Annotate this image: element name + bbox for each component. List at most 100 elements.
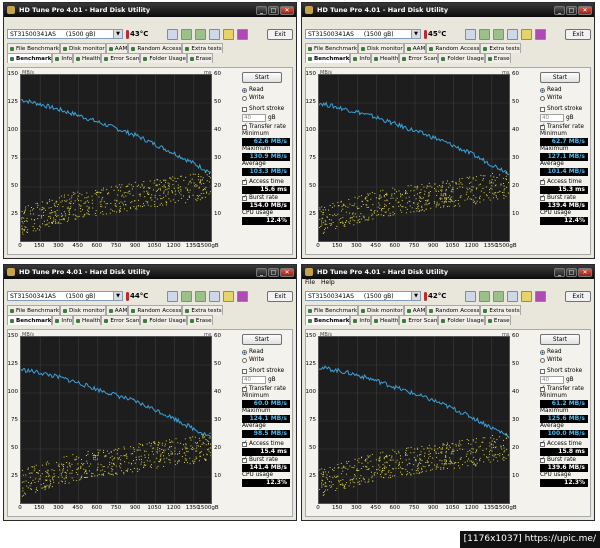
minimize-icon[interactable]: _ [256, 5, 267, 15]
write-radio[interactable] [242, 95, 247, 101]
write-radio[interactable] [540, 357, 545, 363]
tab-folder-usage[interactable]: Folder Usage [438, 315, 485, 325]
minimize-icon[interactable]: _ [256, 267, 267, 277]
save-screenshot-icon[interactable] [195, 290, 206, 302]
access-time-checkbox[interactable] [242, 177, 248, 185]
tab-file-benchmark[interactable]: File Benchmark [7, 305, 60, 315]
copy-info-icon[interactable] [465, 290, 476, 302]
tab-error-scan[interactable]: Error Scan [399, 53, 439, 63]
transfer-rate-checkbox[interactable] [242, 384, 248, 392]
tab-disk-monitor[interactable]: Disk monitor [60, 43, 106, 53]
options-icon[interactable] [209, 28, 220, 40]
short-stroke-input[interactable]: 40 [540, 376, 564, 384]
short-stroke-input[interactable]: 40 [540, 114, 564, 122]
close-icon[interactable]: ✕ [578, 5, 592, 15]
drive-select[interactable]: ST31500341AS (1500 gB) ▼ [305, 291, 421, 301]
chevron-down-icon[interactable]: ▼ [411, 292, 420, 300]
copy-info-icon[interactable] [465, 28, 476, 40]
download-icon[interactable] [237, 290, 248, 302]
access-time-checkbox[interactable] [242, 439, 248, 447]
tab-aam[interactable]: AAM [105, 43, 129, 53]
read-radio[interactable] [540, 349, 545, 355]
short-stroke-checkbox[interactable] [540, 106, 545, 112]
burst-rate-checkbox[interactable] [242, 193, 248, 201]
tab-file-benchmark[interactable]: File Benchmark [7, 43, 60, 53]
tab-benchmark[interactable]: Benchmark [7, 315, 53, 325]
maximize-icon[interactable]: □ [566, 5, 577, 15]
tab-health[interactable]: Health [371, 53, 400, 63]
maximize-icon[interactable]: □ [566, 267, 577, 277]
copy-screenshot-icon[interactable] [479, 290, 490, 302]
tab-aam[interactable]: AAM [403, 43, 427, 53]
exit-button[interactable]: Exit [565, 290, 591, 302]
copy-screenshot-icon[interactable] [181, 28, 192, 40]
copy-screenshot-icon[interactable] [181, 290, 192, 302]
minimize-icon[interactable]: _ [554, 267, 565, 277]
tab-error-scan[interactable]: Error Scan [101, 315, 141, 325]
exit-button[interactable]: Exit [267, 28, 293, 40]
tab-random-access[interactable]: Random Access [426, 43, 481, 53]
close-icon[interactable]: ✕ [578, 267, 592, 277]
tab-benchmark[interactable]: Benchmark [305, 315, 351, 325]
transfer-rate-checkbox[interactable] [540, 384, 546, 392]
download-icon[interactable] [535, 28, 546, 40]
title-bar[interactable]: HD Tune Pro 4.01 - Hard Disk Utility _ □… [4, 3, 296, 17]
report-icon[interactable] [521, 290, 532, 302]
tab-info[interactable]: Info [52, 315, 74, 325]
copy-info-icon[interactable] [167, 290, 178, 302]
tab-info[interactable]: Info [350, 315, 372, 325]
tab-health[interactable]: Health [73, 53, 102, 63]
tab-extra-tests[interactable]: Extra tests [480, 305, 521, 315]
close-icon[interactable]: ✕ [280, 267, 294, 277]
tab-extra-tests[interactable]: Extra tests [480, 43, 521, 53]
copy-info-icon[interactable] [167, 28, 178, 40]
short-stroke-input[interactable]: 40 [242, 376, 266, 384]
tab-random-access[interactable]: Random Access [128, 43, 183, 53]
drive-select[interactable]: ST31500341AS (1500 gB) ▼ [7, 291, 123, 301]
tab-folder-usage[interactable]: Folder Usage [140, 53, 187, 63]
short-stroke-checkbox[interactable] [242, 106, 247, 112]
menu-help[interactable]: Help [321, 279, 335, 287]
burst-rate-checkbox[interactable] [540, 455, 546, 463]
start-button[interactable]: Start [540, 334, 580, 345]
read-radio[interactable] [242, 349, 247, 355]
report-icon[interactable] [223, 28, 234, 40]
access-time-checkbox[interactable] [540, 439, 546, 447]
write-radio[interactable] [242, 357, 247, 363]
maximize-icon[interactable]: □ [268, 267, 279, 277]
start-button[interactable]: Start [242, 72, 282, 83]
report-icon[interactable] [223, 290, 234, 302]
tab-extra-tests[interactable]: Extra tests [182, 43, 223, 53]
read-radio[interactable] [242, 87, 247, 93]
tab-random-access[interactable]: Random Access [426, 305, 481, 315]
options-icon[interactable] [209, 290, 220, 302]
tab-health[interactable]: Health [371, 315, 400, 325]
tab-health[interactable]: Health [73, 315, 102, 325]
tab-disk-monitor[interactable]: Disk monitor [60, 305, 106, 315]
tab-aam[interactable]: AAM [403, 305, 427, 315]
tab-benchmark[interactable]: Benchmark [7, 53, 53, 63]
report-icon[interactable] [521, 28, 532, 40]
tab-erase[interactable]: Erase [186, 53, 213, 63]
write-radio[interactable] [540, 95, 545, 101]
tab-disk-monitor[interactable]: Disk monitor [358, 43, 404, 53]
title-bar[interactable]: HD Tune Pro 4.01 - Hard Disk Utility _ □… [302, 265, 594, 279]
tab-erase[interactable]: Erase [484, 315, 511, 325]
chevron-down-icon[interactable]: ▼ [113, 292, 122, 300]
transfer-rate-checkbox[interactable] [242, 122, 248, 130]
drive-select[interactable]: ST31500341AS (1500 gB) ▼ [305, 29, 421, 39]
tab-info[interactable]: Info [52, 53, 74, 63]
minimize-icon[interactable]: _ [554, 5, 565, 15]
tab-extra-tests[interactable]: Extra tests [182, 305, 223, 315]
tab-folder-usage[interactable]: Folder Usage [140, 315, 187, 325]
save-screenshot-icon[interactable] [493, 28, 504, 40]
access-time-checkbox[interactable] [540, 177, 546, 185]
save-screenshot-icon[interactable] [195, 28, 206, 40]
maximize-icon[interactable]: □ [268, 5, 279, 15]
title-bar[interactable]: HD Tune Pro 4.01 - Hard Disk Utility _ □… [4, 265, 296, 279]
copy-screenshot-icon[interactable] [479, 28, 490, 40]
short-stroke-checkbox[interactable] [540, 368, 545, 374]
transfer-rate-checkbox[interactable] [540, 122, 546, 130]
chevron-down-icon[interactable]: ▼ [113, 30, 122, 38]
read-radio[interactable] [540, 87, 545, 93]
